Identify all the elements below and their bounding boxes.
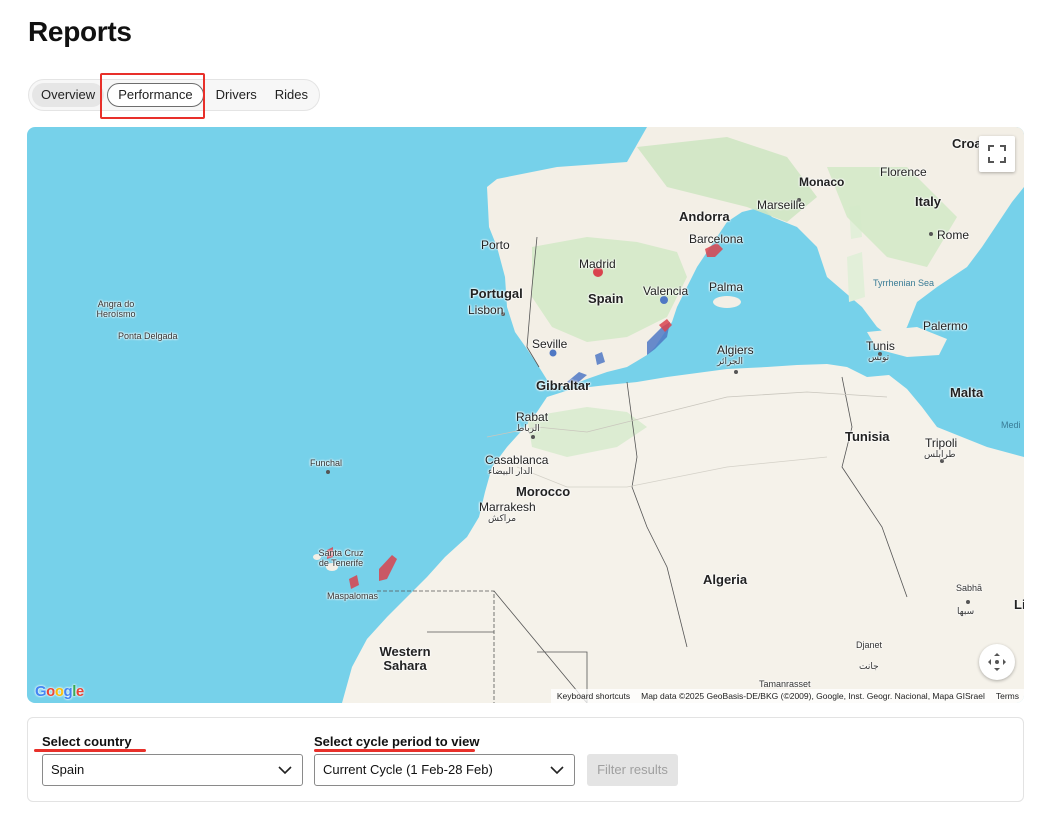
map-label-rome: Rome bbox=[937, 228, 970, 242]
map-label-casablanca: Casablanca bbox=[485, 453, 549, 467]
map-data-attribution: Map data ©2025 GeoBasis-DE/BKG (©2009), … bbox=[641, 691, 985, 701]
map-label-tyrrhenian-sea: Tyrrhenian Sea bbox=[873, 278, 935, 288]
tab-drivers[interactable]: Drivers bbox=[207, 83, 266, 107]
keyboard-shortcuts-link[interactable]: Keyboard shortcuts bbox=[557, 691, 630, 701]
filter-panel: Select country Spain Select cycle period… bbox=[27, 717, 1024, 802]
map-label-tunisia: Tunisia bbox=[845, 429, 890, 444]
tab-rides[interactable]: Rides bbox=[266, 83, 317, 107]
country-label: Select country bbox=[42, 734, 132, 749]
map-label-palma: Palma bbox=[709, 280, 744, 294]
cycle-period-select-value: Current Cycle (1 Feb-28 Feb) bbox=[323, 762, 493, 777]
recenter-icon bbox=[988, 653, 1006, 671]
map-label-santa-cruz: Santa Cruz de Tenerife bbox=[318, 548, 364, 568]
map-label-ponta-delgada: Ponta Delgada bbox=[118, 331, 178, 341]
map-label-casablanca-ar: الدار البيضاء bbox=[488, 466, 533, 476]
map-label-portugal: Portugal bbox=[470, 286, 523, 301]
map-label-spain: Spain bbox=[588, 291, 624, 306]
map-label-medi: Medi bbox=[1001, 420, 1021, 430]
map-label-monaco: Monaco bbox=[799, 175, 845, 189]
map-attribution-bar: Keyboard shortcuts Map data ©2025 GeoBas… bbox=[550, 689, 1024, 703]
map-label-algiers: Algiers bbox=[717, 343, 754, 357]
terms-link[interactable]: Terms bbox=[996, 691, 1019, 701]
map-label-marseille: Marseille bbox=[757, 198, 806, 212]
annotation-underline-country bbox=[34, 749, 146, 752]
map-label-seville: Seville bbox=[532, 337, 568, 351]
map-label-rabat: Rabat bbox=[516, 410, 549, 424]
map-label-porto: Porto bbox=[481, 238, 510, 252]
google-logo: Google bbox=[35, 683, 84, 700]
tab-overview[interactable]: Overview bbox=[32, 83, 105, 107]
cycle-period-label: Select cycle period to view bbox=[314, 734, 480, 749]
map-label-valencia: Valencia bbox=[643, 284, 689, 298]
map-label-morocco: Morocco bbox=[516, 484, 571, 499]
map-label-tripoli-ar: طرابلس bbox=[924, 449, 956, 459]
map-label-rabat-ar: الرباط bbox=[516, 423, 540, 433]
map-label-djanet-ar: جانت bbox=[859, 661, 879, 671]
map-label-angra: Angra do Heroísmo bbox=[96, 299, 136, 319]
chevron-down-icon bbox=[278, 766, 292, 775]
map-label-madrid: Madrid bbox=[579, 257, 616, 271]
map-label-lisbon: Lisbon bbox=[468, 303, 504, 317]
map-label-western-sahara: Western Sahara bbox=[379, 644, 431, 673]
recenter-map-button[interactable] bbox=[979, 644, 1015, 680]
country-select-value: Spain bbox=[51, 762, 85, 777]
tab-performance[interactable]: Performance bbox=[107, 83, 204, 107]
map-label-funchal: Funchal bbox=[310, 458, 343, 468]
country-select[interactable]: Spain bbox=[42, 754, 303, 786]
map-view[interactable]: Monaco Florence Croa Marseille Italy And… bbox=[27, 127, 1024, 703]
map-label-tripoli: Tripoli bbox=[925, 436, 958, 450]
report-tabs: Overview Performance Drivers Rides bbox=[28, 79, 320, 111]
cycle-period-select[interactable]: Current Cycle (1 Feb-28 Feb) bbox=[314, 754, 575, 786]
annotation-underline-cycle bbox=[314, 749, 475, 752]
map-label-maspalomas: Maspalomas bbox=[327, 591, 379, 601]
map-label-tunis-ar: تونس bbox=[868, 352, 890, 362]
map-label-marrakesh: Marrakesh bbox=[479, 500, 536, 514]
map-label-sabha: Sabhā bbox=[956, 583, 983, 593]
map-label-croatia: Croa bbox=[952, 136, 982, 151]
page-title: Reports bbox=[28, 16, 132, 47]
map-label-barcelona: Barcelona bbox=[689, 232, 744, 246]
map-label-andorra: Andorra bbox=[679, 209, 730, 224]
map-label-sabha-ar: سبها bbox=[957, 606, 975, 616]
map-label-djanet: Djanet bbox=[856, 640, 883, 650]
fullscreen-button[interactable] bbox=[979, 136, 1015, 172]
map-label-italy: Italy bbox=[915, 194, 942, 209]
map-label-tunis: Tunis bbox=[866, 339, 895, 353]
chevron-down-icon bbox=[550, 766, 564, 775]
map-label-palermo: Palermo bbox=[923, 319, 968, 333]
map-label-tamanrasset: Tamanrasset bbox=[759, 679, 811, 689]
fullscreen-icon bbox=[988, 145, 1006, 163]
filter-results-button[interactable]: Filter results bbox=[587, 754, 678, 786]
map-label-li: Li bbox=[1014, 597, 1024, 612]
map-label-florence: Florence bbox=[880, 165, 927, 179]
map-label-malta: Malta bbox=[950, 385, 984, 400]
map-label-marrakesh-ar: مراكش bbox=[488, 513, 517, 523]
map-label-algeria: Algeria bbox=[703, 572, 748, 587]
map-label-algiers-ar: الجزائر bbox=[717, 356, 743, 366]
map-label-gibraltar: Gibraltar bbox=[536, 378, 591, 393]
